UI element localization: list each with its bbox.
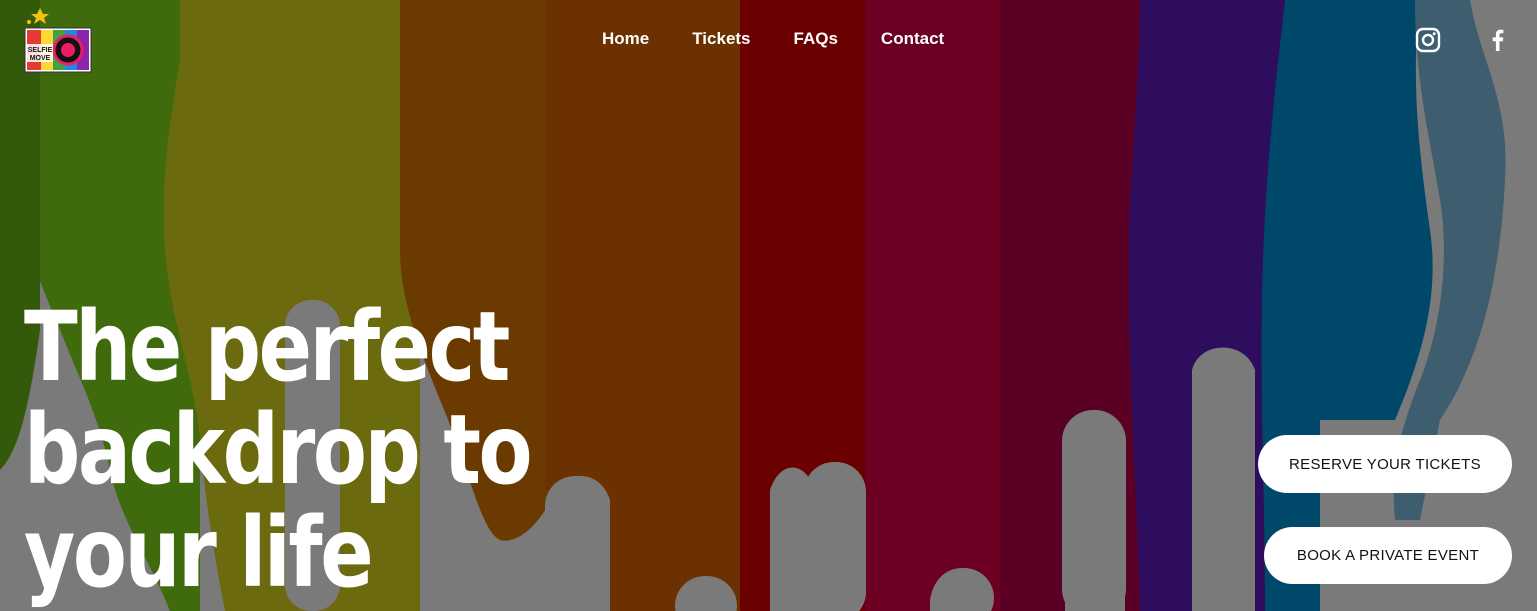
drip-gray-4 <box>804 462 866 611</box>
headline-line-2: backdrop to <box>24 394 533 506</box>
reserve-tickets-button[interactable]: RESERVE YOUR TICKETS <box>1258 435 1512 493</box>
book-private-event-button[interactable]: BOOK A PRIVATE EVENT <box>1264 527 1512 584</box>
nav-faqs[interactable]: FAQs <box>794 28 838 52</box>
logo-text-line2: MOVE <box>30 55 51 62</box>
hero-headline: The perfect backdrop to your life <box>24 291 533 609</box>
main-nav: Home Tickets FAQs Contact <box>602 28 987 52</box>
drip-gray-7 <box>1192 348 1254 611</box>
hero-section: SELFIE MOVE Home Tickets FAQs Contact Th… <box>0 0 1537 611</box>
drip-gray-2 <box>545 476 607 611</box>
nav-contact[interactable]: Contact <box>881 28 944 52</box>
headline-line-3: your life <box>24 497 374 609</box>
selfie-logo[interactable]: SELFIE MOVE <box>22 6 92 74</box>
nav-home[interactable]: Home <box>602 28 649 52</box>
logo-text-line1: SELFIE <box>28 47 53 54</box>
stripe-crimson <box>865 0 1005 611</box>
social-links <box>1415 27 1511 53</box>
facebook-icon[interactable] <box>1485 27 1511 53</box>
headline-line-1: The perfect <box>24 291 510 403</box>
instagram-icon[interactable] <box>1415 27 1441 53</box>
drip-gray-6 <box>1062 410 1126 611</box>
nav-tickets[interactable]: Tickets <box>692 28 750 52</box>
